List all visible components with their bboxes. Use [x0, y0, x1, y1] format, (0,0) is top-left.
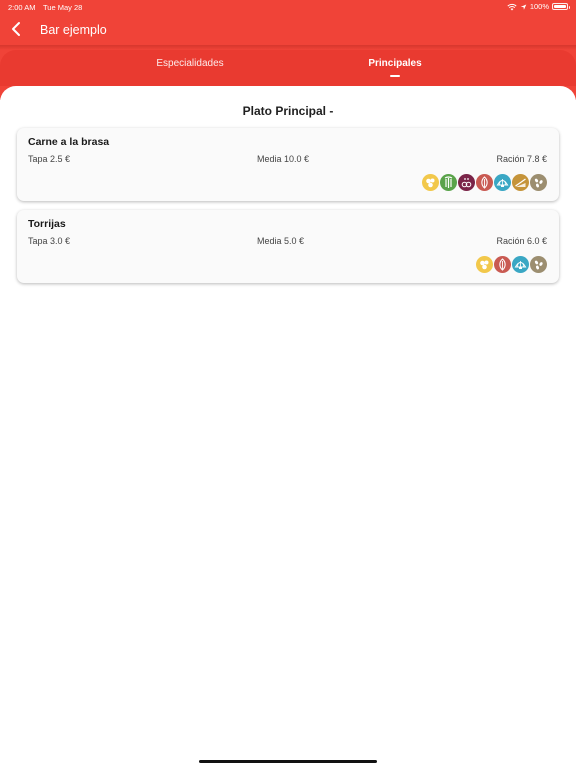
location-icon — [520, 4, 527, 10]
lupin-icon — [476, 174, 493, 191]
sulphites-icon — [458, 174, 475, 191]
price-racion: Ración 6.0 € — [496, 236, 547, 246]
eggs-icon — [422, 174, 439, 191]
dish-name: Carne a la brasa — [28, 136, 110, 148]
status-bar: 2:00 AM Tue May 28 100% — [0, 0, 576, 14]
price-media: Media 5.0 € — [257, 236, 305, 246]
tab-especialidades[interactable]: Especialidades — [110, 58, 270, 69]
molluscs-icon — [494, 174, 511, 191]
sesame-icon — [530, 256, 547, 273]
price-media: Media 10.0 € — [257, 154, 310, 164]
allergen-list — [422, 174, 547, 191]
molluscs-icon — [512, 256, 529, 273]
dish-name: Torrijas — [28, 218, 66, 230]
home-indicator — [199, 760, 377, 763]
status-time: 2:00 AM — [8, 3, 36, 12]
dish-card[interactable]: Carne a la brasa Tapa 2.5 € Media 10.0 €… — [17, 128, 559, 201]
status-indicators: 100% — [507, 2, 570, 11]
active-tab-indicator — [390, 75, 400, 77]
tab-bar: Especialidades Principales — [0, 50, 576, 86]
battery-fill — [554, 5, 566, 8]
sesame-icon — [530, 174, 547, 191]
allergen-list — [476, 256, 547, 273]
battery-icon — [552, 3, 570, 10]
celery-icon — [440, 174, 457, 191]
price-racion: Ración 7.8 € — [496, 154, 547, 164]
tab-principales[interactable]: Principales — [315, 58, 475, 69]
battery-percent: 100% — [529, 2, 549, 11]
status-date: Tue May 28 — [43, 3, 83, 12]
price-tapa: Tapa 3.0 € — [28, 236, 71, 246]
eggs-icon — [476, 256, 493, 273]
lupin-icon — [494, 256, 511, 273]
gluten-icon — [512, 174, 529, 191]
menu-content[interactable]: Plato Principal - Carne a la brasa Tapa … — [0, 86, 576, 768]
page-title: Bar ejemplo — [40, 23, 107, 37]
price-tapa: Tapa 2.5 € — [28, 154, 71, 164]
section-title: Plato Principal - — [242, 104, 334, 118]
battery-tip — [568, 5, 570, 9]
chevron-left-icon[interactable] — [8, 20, 26, 38]
wifi-icon — [507, 3, 517, 10]
dish-card[interactable]: Torrijas Tapa 3.0 € Media 5.0 € Ración 6… — [17, 210, 559, 283]
nav-bar: Bar ejemplo — [0, 14, 576, 46]
